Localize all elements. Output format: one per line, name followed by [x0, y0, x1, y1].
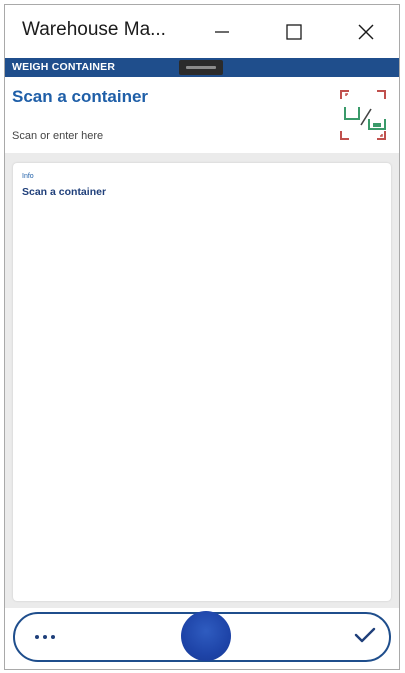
minimize-icon: [213, 23, 231, 41]
minimize-button[interactable]: [205, 15, 239, 49]
maximize-button[interactable]: [277, 15, 311, 49]
title-bar: Warehouse Ma...: [5, 5, 399, 57]
action-pill: [13, 611, 391, 662]
scan-barcode-icon: [335, 90, 391, 149]
confirm-button[interactable]: [351, 624, 379, 650]
center-action-button[interactable]: [181, 611, 231, 661]
window-title: Warehouse Ma...: [22, 19, 166, 40]
info-message: Scan a container: [22, 186, 107, 198]
bottom-action-bar: [5, 608, 399, 669]
close-button[interactable]: [349, 15, 383, 49]
more-dots-icon: [51, 635, 55, 639]
more-button[interactable]: [25, 622, 65, 652]
info-card: Info Scan a container: [13, 163, 391, 601]
scan-input[interactable]: [12, 127, 312, 145]
checkmark-icon: [354, 626, 376, 649]
content-area: Info Scan a container: [5, 153, 399, 608]
more-dots-icon: [43, 635, 47, 639]
page-header-title: WEIGH CONTAINER: [12, 61, 116, 73]
scan-section: Scan a container: [5, 77, 399, 153]
close-icon: [357, 23, 375, 41]
scan-barcode-button[interactable]: [335, 85, 391, 145]
more-dots-icon: [35, 635, 39, 639]
app-window: Warehouse Ma... WEIGH CONTAINER Scan a c…: [4, 4, 400, 670]
drag-handle[interactable]: [179, 60, 223, 75]
page-header: WEIGH CONTAINER: [5, 58, 399, 77]
drag-handle-bar: [186, 66, 216, 69]
scan-heading: Scan a container: [12, 87, 149, 106]
maximize-icon: [285, 23, 303, 41]
info-label: Info: [22, 173, 34, 180]
